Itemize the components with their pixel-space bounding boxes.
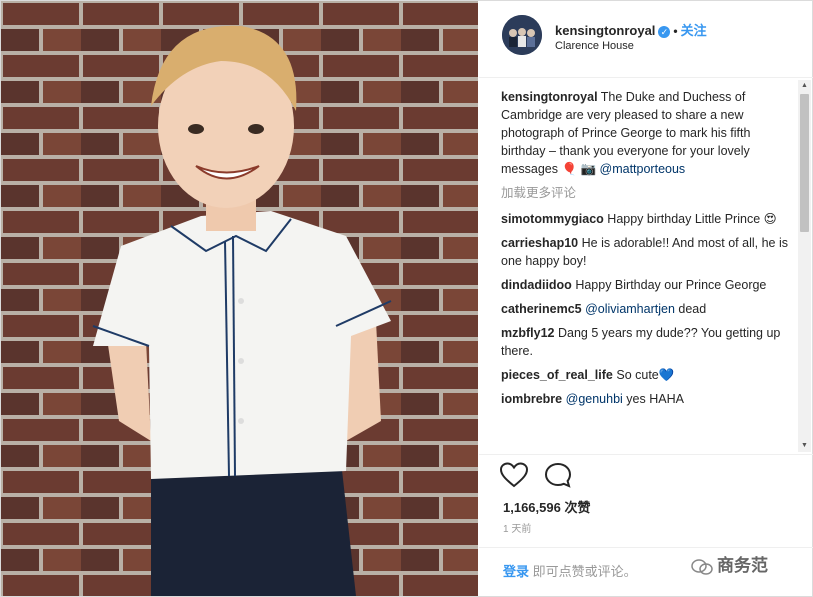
login-prompt: 登录 即可点赞或评论。: [503, 561, 637, 580]
list-item: pieces_of_real_life So cute💙: [501, 366, 797, 384]
likes-count[interactable]: 1,166,596 次赞: [503, 497, 590, 516]
comment-user[interactable]: kensingtonroyal: [501, 90, 598, 104]
heart-icon[interactable]: [499, 462, 529, 488]
comment-mention[interactable]: @oliviamhartjen: [585, 302, 675, 316]
divider: [479, 454, 813, 455]
post-timestamp[interactable]: 1 天前: [503, 520, 531, 535]
scroll-up-icon[interactable]: ▲: [798, 80, 811, 92]
comments-list[interactable]: kensingtonroyal The Duke and Duchess of …: [501, 88, 797, 454]
separator-dot: •: [673, 24, 678, 38]
list-item: mzbfly12 Dang 5 years my dude?? You gett…: [501, 324, 797, 360]
comment-mention[interactable]: @mattporteous: [600, 162, 686, 176]
comment-text: So cute💙: [616, 368, 675, 382]
comment-user[interactable]: dindadiidoo: [501, 278, 572, 292]
login-prompt-text: 即可点赞或评论。: [529, 564, 637, 579]
list-item: carrieshap10 He is adorable!! And most o…: [501, 234, 797, 270]
load-more-comments[interactable]: 加载更多评论: [501, 184, 797, 202]
comment-text: yes HAHA: [622, 392, 684, 406]
scrollbar-thumb[interactable]: [800, 94, 809, 232]
photo-illustration: [1, 1, 478, 596]
list-item: dindadiidoo Happy Birthday our Prince Ge…: [501, 276, 797, 294]
comment-icon[interactable]: [544, 462, 572, 488]
post-side-panel: kensingtonroyal ✓ • 关注 Clarence House kensi…: [479, 0, 813, 597]
comment-text: Happy Birthday our Prince George: [575, 278, 767, 292]
caption: kensingtonroyal The Duke and Duchess of …: [501, 88, 797, 178]
comment-user[interactable]: iombrebre: [501, 392, 562, 406]
comments-scrollbar[interactable]: ▲ ▼: [798, 80, 811, 452]
post-header: kensingtonroyal ✓ • 关注 Clarence House: [479, 0, 813, 78]
comment-text: dead: [674, 302, 707, 316]
header-username-row: kensingtonroyal ✓ • 关注: [555, 20, 707, 39]
comment-user[interactable]: carrieshap10: [501, 236, 578, 250]
watermark-text: 商务范: [717, 556, 768, 575]
comment-mention[interactable]: @genuhbi: [566, 392, 623, 406]
list-item: simotommygiaco Happy birthday Little Pri…: [501, 210, 797, 228]
list-item: catherinemc5 @oliviamhartjen dead: [501, 300, 797, 318]
list-item: iombrebre @genuhbi yes HAHA: [501, 390, 797, 408]
comment-user[interactable]: simotommygiaco: [501, 212, 604, 226]
wechat-icon: [691, 558, 713, 575]
login-link[interactable]: 登录: [503, 564, 529, 579]
location-link[interactable]: Clarence House: [555, 40, 634, 52]
watermark: 商务范: [691, 551, 768, 576]
divider: [479, 547, 813, 548]
comment-user[interactable]: catherinemc5: [501, 302, 582, 316]
avatar[interactable]: [502, 15, 542, 55]
verified-icon: ✓: [658, 25, 671, 38]
username-link[interactable]: kensingtonroyal: [555, 23, 655, 38]
action-bar: [499, 462, 572, 492]
comment-user[interactable]: mzbfly12: [501, 326, 555, 340]
scroll-down-icon[interactable]: ▼: [798, 440, 811, 452]
follow-button[interactable]: 关注: [681, 23, 707, 38]
post-photo[interactable]: [1, 1, 478, 596]
comment-user[interactable]: pieces_of_real_life: [501, 368, 613, 382]
comment-text: Happy birthday Little Prince 😍: [607, 212, 777, 226]
